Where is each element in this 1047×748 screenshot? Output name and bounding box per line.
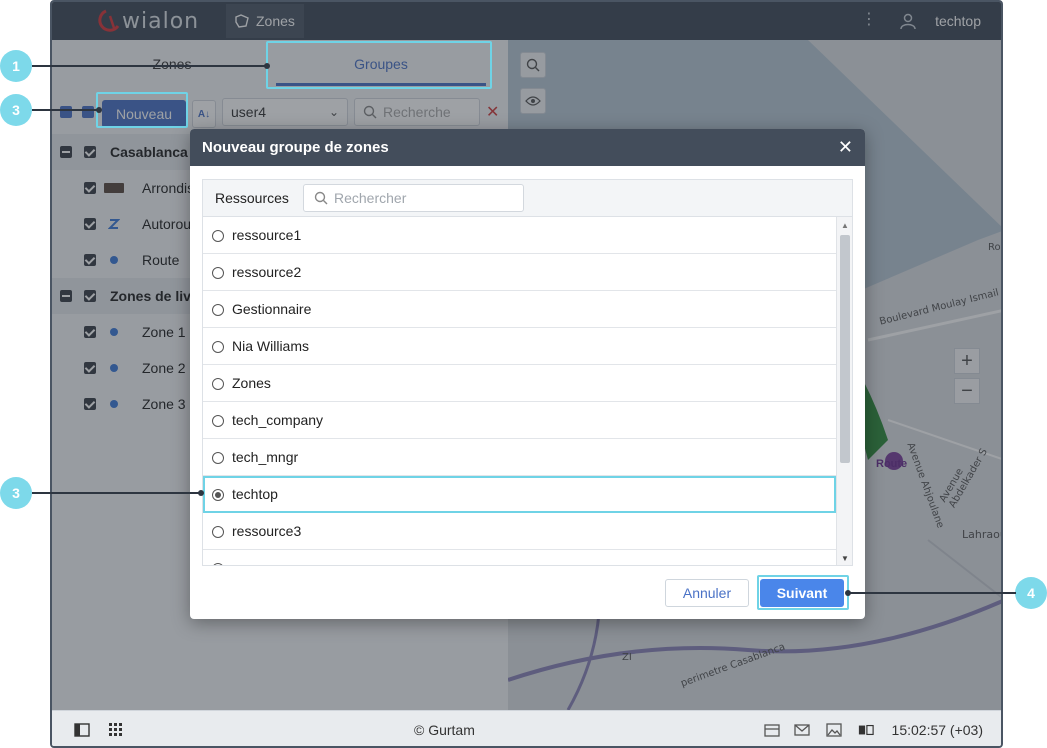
resource-name: Zones — [232, 375, 271, 391]
callout-leader-dot — [264, 63, 270, 69]
callout-leader — [32, 109, 98, 111]
resource-row[interactable]: Zones — [203, 365, 836, 402]
resources-label: Ressources — [215, 190, 289, 206]
resource-row-selected[interactable]: techtop — [203, 476, 836, 513]
resource-search-input[interactable]: Rechercher — [303, 184, 524, 212]
resource-row[interactable]: user — [203, 550, 836, 565]
resource-name: tech_mngr — [232, 449, 299, 465]
resource-name: Gestionnaire — [232, 301, 312, 317]
resource-name: user — [232, 560, 259, 565]
callout-leader-dot — [198, 490, 204, 496]
resource-name: Nia Williams — [232, 338, 309, 354]
scroll-up-icon[interactable]: ▲ — [841, 221, 849, 230]
resources-header: Ressources Rechercher — [202, 179, 853, 216]
apps-grid-icon[interactable] — [108, 723, 124, 737]
resource-name: tech_company — [232, 412, 324, 428]
radio-button[interactable] — [212, 378, 224, 390]
radio-button[interactable] — [212, 526, 224, 538]
list-scrollbar[interactable]: ▲ ▼ — [836, 217, 852, 565]
resource-search-placeholder: Rechercher — [334, 190, 407, 206]
copyright: © Gurtam — [414, 722, 475, 738]
book-icon[interactable] — [858, 723, 874, 737]
search-icon — [314, 191, 328, 205]
new-zone-group-dialog: Nouveau groupe de zones ✕ Ressources Rec… — [190, 129, 865, 619]
resource-name: ressource2 — [232, 264, 302, 280]
panel-toggle-icon[interactable] — [74, 723, 90, 737]
callout-leader — [32, 492, 202, 494]
resource-name: ressource3 — [232, 523, 302, 539]
resource-name: ressource1 — [232, 227, 302, 243]
dialog-title: Nouveau groupe de zones — [202, 139, 389, 156]
radio-button[interactable] — [212, 230, 224, 242]
callout-badge: 3 — [0, 94, 32, 126]
callout-leader — [32, 65, 268, 67]
highlight-new-button — [96, 92, 188, 128]
callout-leader-dot — [96, 107, 102, 113]
radio-button[interactable] — [212, 415, 224, 427]
mail-icon[interactable] — [794, 723, 810, 737]
resource-row[interactable]: tech_mngr — [203, 439, 836, 476]
scrollbar-thumb[interactable] — [840, 235, 850, 463]
resource-row[interactable]: Gestionnaire — [203, 291, 836, 328]
clock-time: 15:02:57 (+03) — [891, 722, 983, 738]
radio-button[interactable] — [212, 452, 224, 464]
callout-badge: 4 — [1015, 577, 1047, 609]
resource-row[interactable]: Nia Williams — [203, 328, 836, 365]
radio-button[interactable] — [212, 267, 224, 279]
notifications-icon[interactable] — [764, 723, 780, 737]
status-bar: © Gurtam 15:02:57 (+03) — [52, 710, 1001, 746]
resource-row[interactable]: tech_company — [203, 402, 836, 439]
callout-leader-dot — [845, 590, 851, 596]
radio-button[interactable] — [212, 563, 224, 565]
image-icon[interactable] — [826, 723, 842, 737]
cancel-button[interactable]: Annuler — [665, 579, 749, 607]
scroll-down-icon[interactable]: ▼ — [841, 554, 849, 563]
resource-list: ressource1 ressource2 Gestionnaire Nia W… — [202, 216, 853, 566]
resource-name: techtop — [232, 486, 278, 502]
highlight-groupes-tab — [266, 41, 492, 89]
callout-badge: 3 — [0, 477, 32, 509]
radio-button[interactable] — [212, 304, 224, 316]
radio-button[interactable] — [212, 341, 224, 353]
resource-row[interactable]: ressource1 — [203, 217, 836, 254]
radio-button-checked[interactable] — [212, 489, 224, 501]
callout-leader — [848, 592, 1016, 594]
close-icon[interactable]: ✕ — [838, 138, 853, 156]
resource-row[interactable]: ressource2 — [203, 254, 836, 291]
resource-row[interactable]: ressource3 — [203, 513, 836, 550]
dialog-header: Nouveau groupe de zones ✕ — [190, 129, 865, 166]
callout-badge: 1 — [0, 50, 32, 82]
highlight-next-button — [757, 575, 849, 610]
